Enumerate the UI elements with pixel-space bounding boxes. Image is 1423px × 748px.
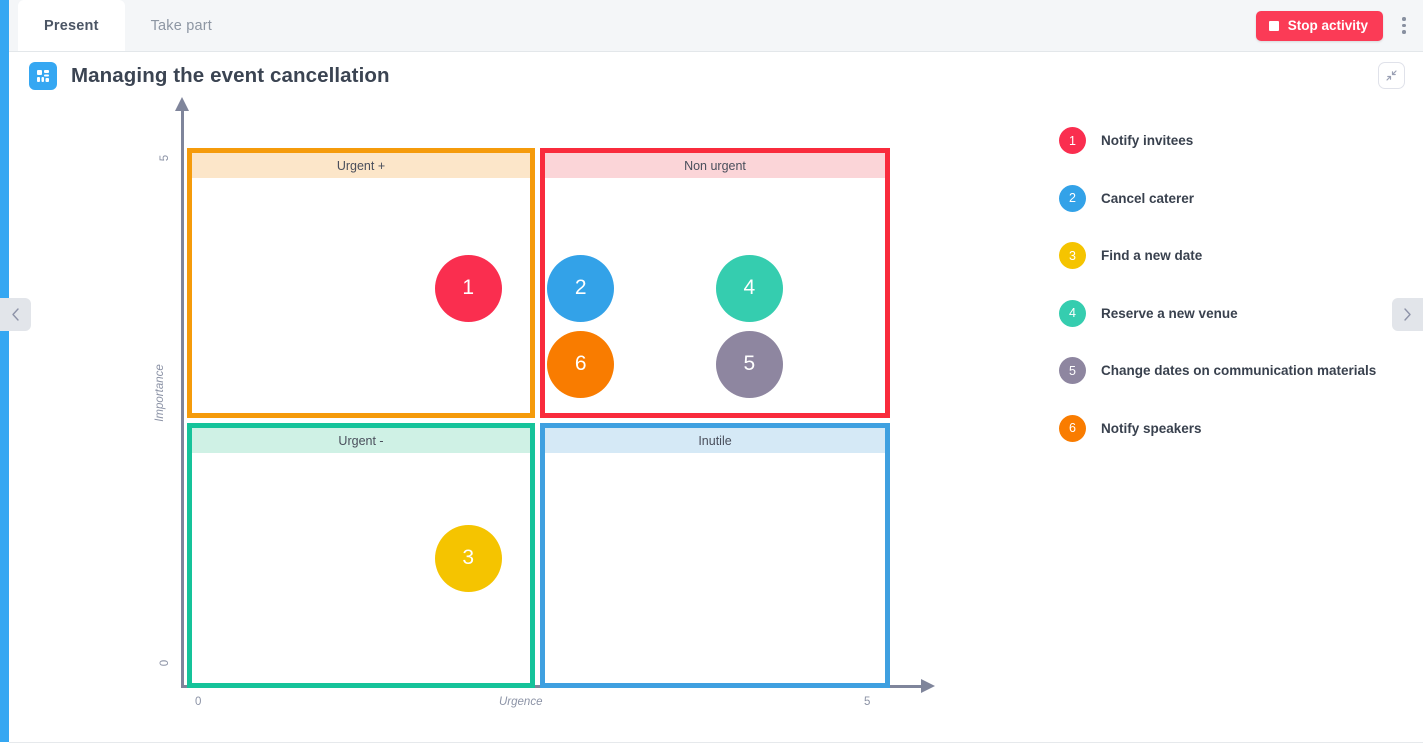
quadrant-bottom-right-body xyxy=(545,453,885,683)
kebab-dot xyxy=(1402,17,1406,21)
quadrant-bottom-left-label: Urgent - xyxy=(192,428,530,453)
legend-item[interactable]: 4 Reserve a new venue xyxy=(1059,285,1419,343)
kebab-dot xyxy=(1402,23,1406,28)
bubble-point-label: 4 xyxy=(743,276,756,300)
stop-square-icon xyxy=(1268,20,1279,31)
next-slide-button[interactable] xyxy=(1392,298,1423,331)
panel-bottom-edge xyxy=(9,742,1423,748)
chevron-left-icon xyxy=(12,308,19,321)
more-vertical-icon[interactable] xyxy=(1389,9,1419,43)
y-axis-title: Importance xyxy=(153,364,166,422)
top-tab-bar: Present Take part Stop activity xyxy=(9,0,1423,52)
bubble-point-2[interactable]: 2 xyxy=(547,254,615,322)
y-axis-line xyxy=(181,110,184,688)
tab-present-label: Present xyxy=(44,17,99,34)
y-axis-tick-min: 0 xyxy=(159,659,172,667)
y-axis-arrow-icon xyxy=(175,97,189,111)
bubble-point-label: 6 xyxy=(574,352,587,375)
app-root: Present Take part Stop activity Managing… xyxy=(0,0,1423,748)
stop-activity-label: Stop activity xyxy=(1287,18,1368,33)
legend-item-label: Cancel caterer xyxy=(1101,190,1195,206)
activity-header: Managing the event cancellation xyxy=(29,62,390,90)
activity-panel: Managing the event cancellation Importan… xyxy=(9,52,1423,742)
tab-bar-spacer xyxy=(238,0,1256,51)
y-axis-tick-max: 5 xyxy=(159,154,172,162)
legend-item-label: Find a new date xyxy=(1101,248,1203,264)
page-title: Managing the event cancellation xyxy=(71,64,390,87)
priority-matrix-chart: Importance Urgence 5 0 0 5 Urgent + Non … xyxy=(154,97,949,732)
legend-item-number: 3 xyxy=(1059,242,1086,270)
matrix-grid-icon xyxy=(29,62,57,90)
legend-item-number: 1 xyxy=(1059,127,1086,155)
bubble-point-6[interactable]: 6 xyxy=(547,330,615,398)
legend-item-label: Reserve a new venue xyxy=(1101,305,1238,321)
quadrant-bottom-right[interactable]: Inutile xyxy=(540,423,890,688)
collapse-diagonal-icon[interactable] xyxy=(1378,62,1405,89)
kebab-dot xyxy=(1402,30,1406,34)
x-axis-arrow-icon xyxy=(921,679,935,693)
bubble-point-label: 5 xyxy=(743,352,756,375)
legend-item-number: 5 xyxy=(1059,357,1086,385)
legend-item-number: 4 xyxy=(1059,299,1086,327)
x-axis-tick-min: 0 xyxy=(195,696,202,708)
legend-item[interactable]: 5 Change dates on communication materials xyxy=(1059,342,1419,400)
left-accent-rail xyxy=(0,0,9,742)
quadrant-bottom-right-label: Inutile xyxy=(545,428,885,453)
bubble-point-1[interactable]: 1 xyxy=(434,254,502,322)
legend-item[interactable]: 3 Find a new date xyxy=(1059,227,1419,285)
legend-item-label: Notify speakers xyxy=(1101,420,1202,436)
tab-take-part-label: Take part xyxy=(150,17,213,34)
legend-item-number: 2 xyxy=(1059,184,1086,212)
quadrant-top-left-label: Urgent + xyxy=(192,153,530,178)
bubble-point-3[interactable]: 3 xyxy=(434,524,502,592)
chevron-right-icon xyxy=(1404,308,1411,321)
bubble-point-5[interactable]: 5 xyxy=(715,330,783,398)
legend-item[interactable]: 1 Notify invitees xyxy=(1059,112,1419,170)
bubble-point-label: 2 xyxy=(574,276,587,300)
legend-item-label: Notify invitees xyxy=(1101,133,1194,149)
legend-item-label: Change dates on communication materials xyxy=(1101,363,1377,379)
legend-item-number: 6 xyxy=(1059,414,1086,442)
legend-item[interactable]: 6 Notify speakers xyxy=(1059,400,1419,458)
bubble-point-label: 1 xyxy=(462,276,475,300)
quadrant-top-right-label: Non urgent xyxy=(545,153,885,178)
tab-take-part[interactable]: Take part xyxy=(125,0,238,51)
bubble-point-label: 3 xyxy=(462,546,475,570)
legend-item[interactable]: 2 Cancel caterer xyxy=(1059,170,1419,228)
x-axis-title: Urgence xyxy=(499,696,543,708)
tab-present[interactable]: Present xyxy=(18,0,125,51)
chart-legend: 1 Notify invitees 2 Cancel caterer 3 Find a n… xyxy=(1059,112,1419,457)
stop-activity-button[interactable]: Stop activity xyxy=(1255,10,1383,41)
prev-slide-button[interactable] xyxy=(0,298,31,331)
bubble-point-4[interactable]: 4 xyxy=(715,254,783,322)
x-axis-tick-max: 5 xyxy=(864,696,871,708)
